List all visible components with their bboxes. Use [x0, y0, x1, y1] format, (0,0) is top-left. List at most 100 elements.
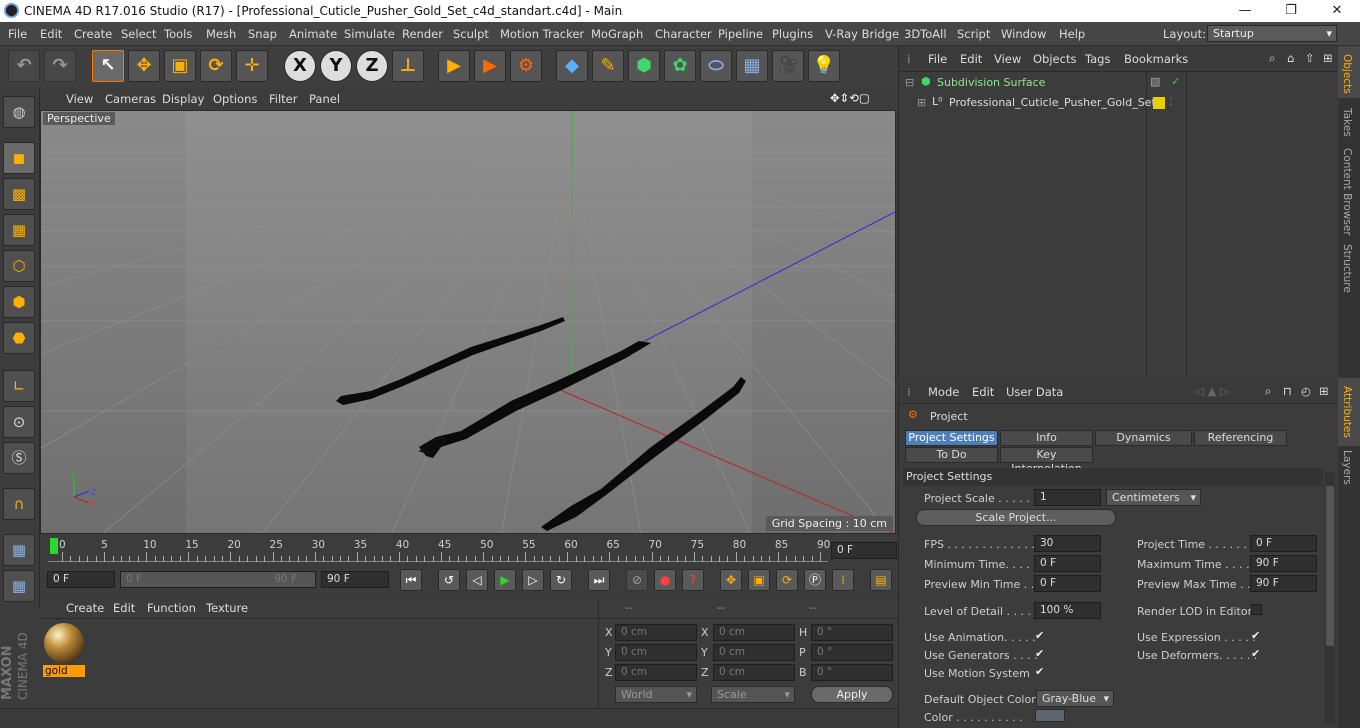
new-panel-icon[interactable]: ⊞ [1323, 51, 1333, 65]
material-menu-texture[interactable]: Texture [206, 601, 248, 615]
preview-max-time-field[interactable]: 90 F [1250, 575, 1317, 592]
objects-menu-edit[interactable]: Edit [960, 52, 982, 66]
dock-tab-objects[interactable]: Objects [1341, 54, 1353, 94]
tweak-mode-icon[interactable]: ⊙ [3, 406, 35, 438]
perspective-viewport[interactable]: Y Z X Perspective Grid Spacing : 10 cm [40, 110, 896, 534]
minimum-time-field[interactable]: 0 F [1034, 555, 1101, 572]
goto-end-icon[interactable]: ⏭ [588, 569, 610, 591]
tree-expand-icon[interactable]: ⊟ [905, 76, 914, 89]
use-generators-check-icon[interactable]: ✔ [1035, 648, 1047, 660]
floor-grid-icon[interactable]: ▦ [3, 534, 35, 566]
menu-simulate[interactable]: Simulate [344, 27, 395, 41]
layout-select[interactable]: Startup ▾ [1207, 25, 1337, 42]
search-icon[interactable]: ⌕ [1265, 384, 1271, 399]
attr-scrollbar-thumb[interactable] [1326, 486, 1334, 646]
menu-create[interactable]: Create [74, 27, 112, 41]
camera-icon[interactable]: 🎥 [772, 50, 804, 82]
objects-menu-file[interactable]: File [928, 52, 947, 66]
goto-start-icon[interactable]: ⏮ [400, 569, 422, 591]
menu-tools[interactable]: Tools [164, 27, 192, 41]
cube-object-icon[interactable]: ◆ [556, 50, 588, 82]
objects-menu-view[interactable]: View [994, 52, 1021, 66]
menu-render[interactable]: Render [402, 27, 443, 41]
coord-pos-y-field[interactable]: 0 cm [615, 644, 697, 661]
viewport-menu-options[interactable]: Options [213, 92, 257, 106]
home-icon[interactable]: ⌂ [1287, 51, 1294, 65]
menu-help[interactable]: Help [1059, 27, 1085, 41]
maximum-time-field[interactable]: 90 F [1250, 555, 1317, 572]
rotate-tool-icon[interactable]: ⟳ [200, 50, 232, 82]
fps-field[interactable]: 30 [1034, 535, 1101, 552]
coord-size-mode-select[interactable]: Scale ▾ [711, 686, 795, 703]
floor-icon[interactable]: ▦ [736, 50, 768, 82]
maximize-button[interactable]: ❐ [1268, 1, 1314, 21]
menu-script[interactable]: Script [957, 27, 990, 41]
preview-min-time-field[interactable]: 0 F [1034, 575, 1101, 592]
dock-tab-takes[interactable]: Takes [1341, 108, 1353, 137]
dock-tab-structure[interactable]: Structure [1341, 244, 1353, 293]
live-selection-icon[interactable]: ↖ [92, 50, 124, 82]
menu-window[interactable]: Window [1001, 27, 1046, 41]
axis-mode-icon[interactable]: ∟ [3, 370, 35, 402]
project-scale-field[interactable]: 1 [1034, 489, 1101, 506]
texture-mode-icon[interactable]: ▩ [3, 178, 35, 210]
tab-dynamics[interactable]: Dynamics [1095, 430, 1192, 446]
scale-project-button[interactable]: Scale Project... [916, 509, 1116, 526]
new-panel-icon[interactable]: ⊞ [1319, 384, 1329, 398]
key-parameter-icon[interactable]: Ⓟ [804, 569, 826, 591]
dock-tab-content-browser[interactable]: Content Browser [1341, 148, 1353, 236]
render-picture-viewer-icon[interactable]: ▶ [474, 50, 506, 82]
tab-key-interpolation[interactable]: Key Interpolation [1000, 447, 1093, 475]
key-position-icon[interactable]: ✥ [720, 569, 742, 591]
project-scale-unit-select[interactable]: Centimeters ▾ [1106, 489, 1201, 506]
viewport-navigation-icons[interactable]: ✥⇕⟲▢ [830, 91, 870, 105]
layer-color-swatch[interactable] [1153, 97, 1165, 109]
arrow-up-icon[interactable]: ⇧ [1305, 51, 1315, 65]
move-tool-icon[interactable]: ✥ [128, 50, 160, 82]
timeline-ruler[interactable]: 0 5 10 15 20 25 30 35 40 45 50 55 60 65 70 75 80 85 90 0 F [40, 534, 898, 566]
current-frame-field[interactable]: 0 F [831, 542, 897, 559]
make-editable-icon[interactable]: ◍ [3, 96, 35, 128]
render-view-icon[interactable]: ▶ [438, 50, 470, 82]
deformer-icon[interactable]: ⬭ [700, 50, 732, 82]
autokey-icon[interactable]: ● [654, 569, 676, 591]
coord-mode-select[interactable]: World ▾ [615, 686, 697, 703]
tab-referencing[interactable]: Referencing [1194, 430, 1287, 446]
use-motion-system-check-icon[interactable]: ✔ [1035, 666, 1047, 678]
timeline-window-icon[interactable]: ▤ [870, 569, 892, 591]
snap-icon[interactable]: Ⓢ [3, 442, 35, 474]
attr-menu-user-data[interactable]: User Data [1006, 385, 1063, 399]
menu-edit[interactable]: Edit [40, 27, 62, 41]
material-swatch-gold[interactable]: gold [43, 622, 85, 678]
key-scale-icon[interactable]: ▣ [748, 569, 770, 591]
coord-pos-x-field[interactable]: 0 cm [615, 624, 697, 641]
lock-icon[interactable]: ⊓ [1283, 384, 1292, 398]
end-frame-field[interactable]: 90 F [321, 571, 389, 588]
magnet-icon[interactable]: ∩ [3, 488, 35, 520]
tab-info[interactable]: Info [1000, 430, 1093, 446]
transform-tool-icon[interactable]: ✛ [236, 50, 268, 82]
close-button[interactable]: ✕ [1314, 1, 1360, 21]
cloner-icon[interactable]: ✿ [664, 50, 696, 82]
record-keys-icon[interactable]: ⊘ [626, 569, 648, 591]
menu-sculpt[interactable]: Sculpt [453, 27, 489, 41]
layer-visibility-icon[interactable]: ▨ [1150, 75, 1160, 88]
scale-tool-icon[interactable]: ▣ [164, 50, 196, 82]
light-icon[interactable]: 💡 [808, 50, 840, 82]
menu-motion-tracker[interactable]: Motion Tracker [500, 27, 584, 41]
menu-mesh[interactable]: Mesh [206, 27, 236, 41]
start-frame-field[interactable]: 0 F [47, 571, 115, 588]
viewport-menu-filter[interactable]: Filter [269, 92, 297, 106]
viewport-menu-view[interactable]: View [66, 92, 93, 106]
use-animation-check-icon[interactable]: ✔ [1035, 630, 1047, 642]
next-key-icon[interactable]: ↻ [550, 569, 572, 591]
visibility-dots-icon[interactable]: ⁚ [1169, 95, 1173, 108]
project-time-field[interactable]: 0 F [1250, 535, 1317, 552]
attr-scrollbar[interactable] [1325, 472, 1335, 724]
default-object-color-select[interactable]: Gray-Blue ▾ [1036, 690, 1114, 707]
model-mode-icon[interactable]: ◼ [3, 142, 35, 174]
pen-spline-icon[interactable]: ✎ [592, 50, 624, 82]
prev-key-icon[interactable]: ↺ [438, 569, 460, 591]
menu-animate[interactable]: Animate [289, 27, 337, 41]
use-deformers-check-icon[interactable]: ✔ [1251, 648, 1263, 660]
